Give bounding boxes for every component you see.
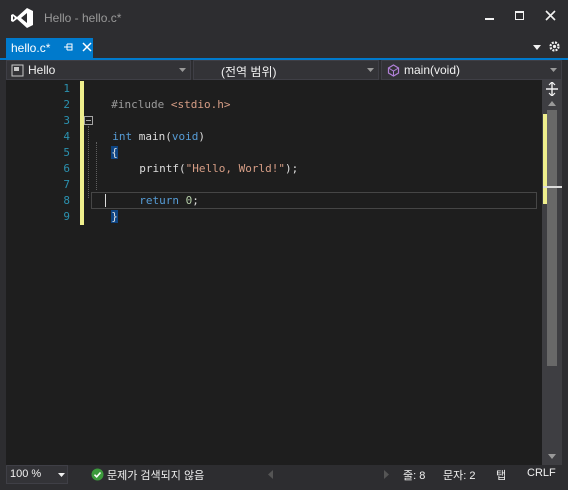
indicator-margin[interactable]: [6, 80, 24, 465]
project-dropdown[interactable]: Hello: [6, 60, 191, 80]
change-tracking-bar: [80, 81, 84, 225]
minus-icon: [86, 120, 91, 121]
scroll-left-icon[interactable]: [268, 470, 273, 479]
split-window-icon[interactable]: [545, 82, 559, 96]
code-line-3[interactable]: int main(void): [99, 113, 205, 143]
chevron-down-icon: [179, 68, 186, 72]
scrollbar-thumb[interactable]: [547, 110, 557, 366]
pin-icon[interactable]: [64, 41, 74, 53]
scroll-down-icon[interactable]: [547, 453, 557, 460]
editor-status-bar: 100 % 문제가 검색되지 않음 줄: 8 문자: 2 탭 CRLF: [6, 465, 562, 484]
paren-close: ): [198, 130, 205, 143]
zoom-dropdown[interactable]: 100 %: [6, 465, 68, 484]
member-dropdown[interactable]: main(void): [381, 60, 562, 80]
maximize-icon: [514, 10, 524, 20]
code-line-4[interactable]: {: [98, 129, 118, 159]
function-name: main(: [132, 130, 172, 143]
include-header: <stdio.h>: [164, 98, 231, 111]
line-number: 5: [63, 146, 70, 159]
tab-label: hello.c*: [11, 41, 51, 55]
zoom-level: 100 %: [10, 468, 42, 480]
keyword-void: void: [171, 130, 199, 143]
line-number: 8: [63, 194, 70, 207]
preprocessor-directive: #include: [111, 98, 165, 111]
code-line-1[interactable]: #include <stdio.h>: [98, 81, 230, 111]
chevron-down-icon: [550, 68, 557, 72]
window-title: Hello - hello.c*: [44, 11, 122, 25]
statement-end: );: [284, 162, 299, 175]
check-circle-icon: [91, 468, 104, 481]
close-tab-icon[interactable]: [82, 42, 92, 52]
outline-collapse-toggle[interactable]: [84, 116, 93, 125]
maximize-button[interactable]: [506, 4, 532, 26]
indent-mode-indicator[interactable]: 탭: [496, 467, 506, 483]
scrollbar-change-marker: [543, 114, 547, 204]
scroll-right-icon[interactable]: [384, 470, 389, 479]
line-ending-indicator[interactable]: CRLF: [527, 467, 556, 479]
keyword-return: return: [139, 194, 179, 207]
tab-dropdown-icon[interactable]: [532, 43, 542, 51]
navigation-bar: Hello (전역 범위) main(void): [6, 60, 562, 80]
visual-studio-logo-icon: [11, 8, 33, 28]
line-number: 7: [63, 178, 70, 191]
scroll-up-icon[interactable]: [547, 100, 557, 107]
code-line-8[interactable]: }: [98, 193, 118, 223]
scope-label: (전역 범위): [221, 65, 277, 79]
project-label: Hello: [28, 63, 56, 77]
number-literal: 0: [179, 194, 193, 207]
line-number: 2: [63, 98, 70, 111]
line-number: 3: [63, 114, 70, 127]
close-window-button[interactable]: [537, 4, 563, 26]
chevron-down-icon: [58, 473, 65, 477]
minimize-button[interactable]: [476, 4, 502, 26]
minimize-icon: [484, 17, 494, 20]
string-literal: "Hello, World!": [185, 162, 285, 175]
scope-dropdown[interactable]: (전역 범위): [193, 60, 379, 80]
line-number: 4: [63, 130, 70, 143]
c-file-icon: [11, 64, 24, 77]
title-bar: Hello - hello.c*: [0, 0, 568, 36]
line-number: 9: [63, 210, 70, 223]
code-line-7[interactable]: return 0;: [126, 177, 199, 207]
code-line-5[interactable]: printf("Hello, World!");: [126, 145, 298, 175]
scrollbar-caret-marker: [543, 186, 562, 188]
line-number: 6: [63, 162, 70, 175]
text-caret: [105, 194, 106, 207]
indent-guide: [96, 142, 97, 190]
open-brace: {: [111, 146, 118, 159]
line-number: 1: [63, 82, 70, 95]
chevron-down-icon: [367, 68, 374, 72]
line-indicator: 줄: 8: [403, 470, 426, 482]
method-icon: [387, 64, 400, 77]
issues-status[interactable]: 문제가 검색되지 않음: [107, 467, 204, 483]
code-editor[interactable]: 1 2 3 4 5 6 7 8 9: [6, 80, 562, 465]
member-label: main(void): [404, 63, 461, 77]
close-brace: }: [111, 210, 118, 223]
statement-end: ;: [192, 194, 199, 207]
close-icon: [544, 9, 556, 21]
tab-hello-c[interactable]: hello.c*: [6, 38, 93, 58]
printf-call: printf(: [139, 162, 186, 175]
gear-icon[interactable]: [548, 40, 561, 53]
column-indicator: 문자: 2: [443, 470, 476, 482]
indent-guide: [88, 126, 89, 198]
document-tab-row: hello.c*: [0, 38, 568, 58]
